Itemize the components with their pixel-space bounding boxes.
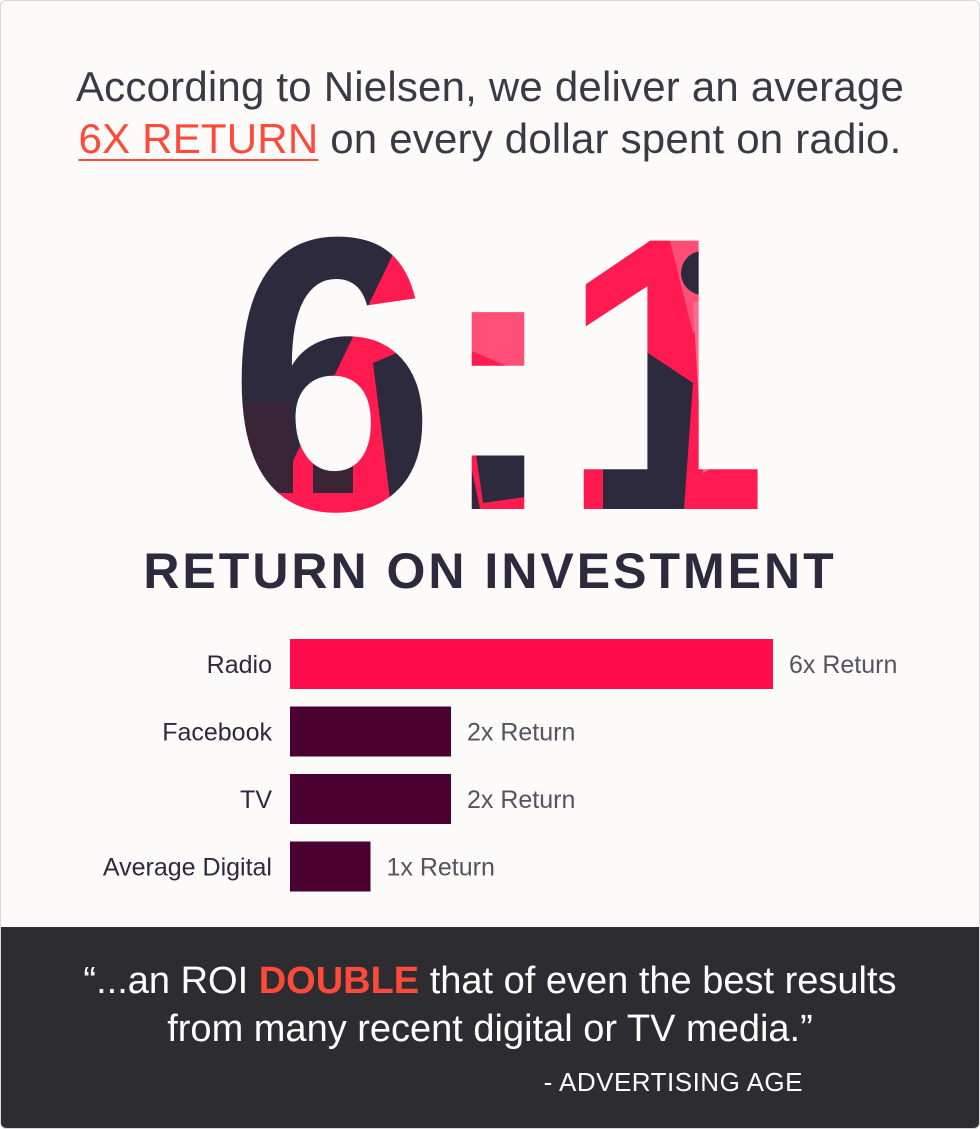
- roi-bar-chart: Radio 6x Return Facebook 2x Return TV 2x Retu…: [103, 639, 897, 892]
- data-label: 2x Return: [467, 719, 575, 747]
- intro-text: According to Nielsen, we deliver an aver…: [1, 61, 979, 165]
- data-label: 6x Return: [789, 651, 897, 679]
- data-label: 1x Return: [387, 854, 495, 882]
- quote-text: “...an ROI DOUBLE that of even the best …: [1, 957, 979, 1053]
- data-label: 2x Return: [467, 786, 575, 814]
- quote-band: “...an ROI DOUBLE that of even the best …: [1, 927, 979, 1128]
- quote-line-2: from many recent digital or TV media.”: [167, 1008, 813, 1050]
- quote-attribution: - ADVERTISING AGE: [543, 1067, 803, 1097]
- quote-rest: that of even the best results: [419, 960, 897, 1002]
- quote-line-1: “...an ROI DOUBLE that of even the best …: [1, 957, 979, 1005]
- bar: [290, 774, 451, 824]
- intro-line-2: 6X RETURN on every dollar spent on radio…: [1, 113, 979, 165]
- ratio-text: 6:1: [228, 213, 768, 523]
- quote-highlight: DOUBLE: [258, 960, 420, 1002]
- quote-open: “...an ROI: [83, 960, 259, 1002]
- infographic-card: According to Nielsen, we deliver an aver…: [0, 0, 980, 1129]
- intro-highlight: 6X RETURN: [78, 115, 319, 162]
- bar: [290, 639, 773, 689]
- bar: [290, 841, 371, 892]
- roi-heading: RETURN ON INVESTMENT: [143, 543, 837, 599]
- intro-line-2-rest: on every dollar spent on radio.: [330, 115, 902, 162]
- category-label: Average Digital: [103, 854, 272, 882]
- category-label: Facebook: [162, 719, 272, 747]
- big-ratio-graphic: 6:1: [228, 213, 768, 523]
- bar: [290, 706, 451, 757]
- intro-line-1: According to Nielsen, we deliver an aver…: [75, 63, 905, 110]
- category-label: TV: [240, 786, 272, 814]
- category-label: Radio: [207, 651, 272, 679]
